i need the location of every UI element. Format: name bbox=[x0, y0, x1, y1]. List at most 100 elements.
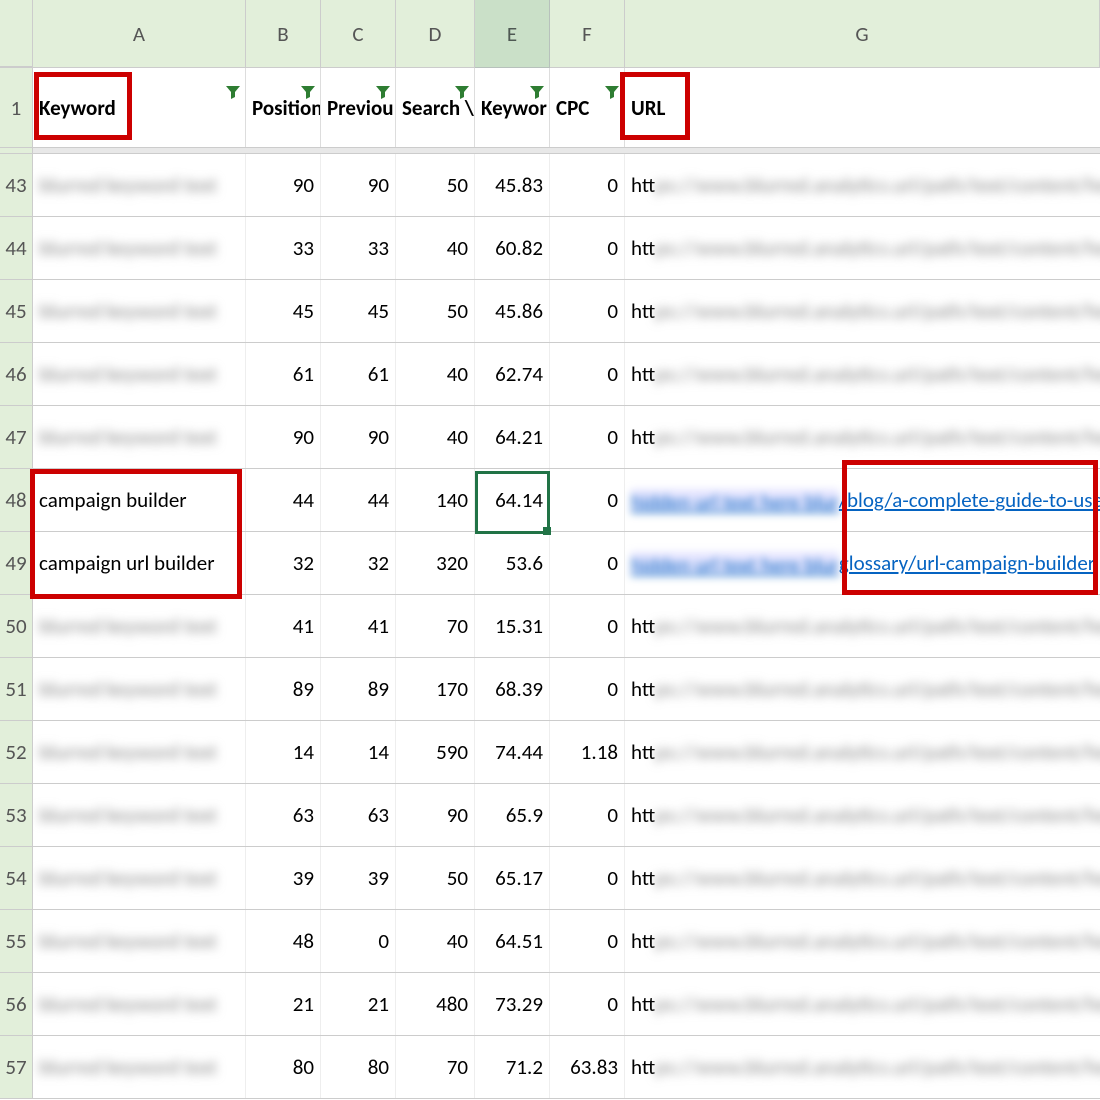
cell-kd[interactable]: 68.39 bbox=[475, 658, 550, 720]
cell-url[interactable]: https://www.blurred.analytics.url/path/t… bbox=[625, 784, 1100, 846]
cell-keyword[interactable]: blurred keyword text bbox=[33, 721, 246, 783]
row-num[interactable]: 51 bbox=[0, 658, 33, 720]
row-num[interactable]: 47 bbox=[0, 406, 33, 468]
col-F[interactable]: F bbox=[550, 0, 625, 67]
cell-url[interactable]: https://www.blurred.analytics.url/path/t… bbox=[625, 721, 1100, 783]
cell-url[interactable]: https://www.blurred.analytics.url/path/t… bbox=[625, 658, 1100, 720]
col-C[interactable]: C bbox=[321, 0, 396, 67]
cell-url[interactable]: https://www.blurred.analytics.url/path/t… bbox=[625, 217, 1100, 279]
cell-previous[interactable]: 41 bbox=[321, 595, 396, 657]
cell-cpc[interactable]: 0 bbox=[550, 154, 625, 216]
row-num[interactable]: 53 bbox=[0, 784, 33, 846]
cell-kd[interactable]: 45.86 bbox=[475, 280, 550, 342]
cell-url[interactable]: https://www.blurred.analytics.url/path/t… bbox=[625, 280, 1100, 342]
cell-search[interactable]: 70 bbox=[396, 595, 475, 657]
cell-previous[interactable]: 0 bbox=[321, 910, 396, 972]
cell-cpc[interactable]: 0 bbox=[550, 532, 625, 594]
cell-cpc[interactable]: 0 bbox=[550, 406, 625, 468]
cell-keyword[interactable]: blurred keyword text bbox=[33, 910, 246, 972]
cell-position[interactable]: 39 bbox=[246, 847, 321, 909]
cell-keyword[interactable]: blurred keyword text bbox=[33, 343, 246, 405]
cell-kd[interactable]: 73.29 bbox=[475, 973, 550, 1035]
cell-cpc[interactable]: 1.18 bbox=[550, 721, 625, 783]
cell-cpc[interactable]: 63.83 bbox=[550, 1036, 625, 1098]
cell-keyword[interactable]: blurred keyword text bbox=[33, 217, 246, 279]
cell-kd[interactable]: 71.2 bbox=[475, 1036, 550, 1098]
cell-cpc[interactable]: 0 bbox=[550, 595, 625, 657]
cell-search[interactable]: 40 bbox=[396, 910, 475, 972]
cell-position[interactable]: 48 bbox=[246, 910, 321, 972]
cell-kd[interactable]: 65.9 bbox=[475, 784, 550, 846]
cell-url[interactable]: https://www.blurred.analytics.url/path/t… bbox=[625, 973, 1100, 1035]
cell-position[interactable]: 33 bbox=[246, 217, 321, 279]
cell-kd[interactable]: 62.74 bbox=[475, 343, 550, 405]
header-previous[interactable]: Previou bbox=[321, 68, 396, 147]
row-num[interactable]: 43 bbox=[0, 154, 33, 216]
cell-cpc[interactable]: 0 bbox=[550, 658, 625, 720]
cell-keyword[interactable]: blurred keyword text bbox=[33, 1036, 246, 1098]
cell-previous[interactable]: 63 bbox=[321, 784, 396, 846]
cell-search[interactable]: 70 bbox=[396, 1036, 475, 1098]
row-num[interactable]: 56 bbox=[0, 973, 33, 1035]
cell-previous[interactable]: 21 bbox=[321, 973, 396, 1035]
row-num[interactable]: 49 bbox=[0, 532, 33, 594]
cell-kd[interactable]: 15.31 bbox=[475, 595, 550, 657]
row-num[interactable]: 1 bbox=[0, 68, 33, 147]
header-url[interactable]: URL bbox=[625, 68, 1100, 147]
cell-previous[interactable]: 90 bbox=[321, 154, 396, 216]
cell-search[interactable]: 480 bbox=[396, 973, 475, 1035]
cell-url[interactable]: hidden url text here blur/blog/a-complet… bbox=[625, 469, 1100, 531]
cell-position[interactable]: 45 bbox=[246, 280, 321, 342]
filter-icon[interactable] bbox=[225, 80, 241, 96]
row-num[interactable]: 48 bbox=[0, 469, 33, 531]
row-num[interactable]: 52 bbox=[0, 721, 33, 783]
cell-previous[interactable]: 61 bbox=[321, 343, 396, 405]
cell-url[interactable]: https://www.blurred.analytics.url/path/t… bbox=[625, 847, 1100, 909]
cell-position[interactable]: 32 bbox=[246, 532, 321, 594]
col-A[interactable]: A bbox=[33, 0, 246, 67]
cell-cpc[interactable]: 0 bbox=[550, 217, 625, 279]
cell-keyword[interactable]: blurred keyword text bbox=[33, 280, 246, 342]
cell-url[interactable]: https://www.blurred.analytics.url/path/t… bbox=[625, 595, 1100, 657]
corner-cell[interactable] bbox=[0, 0, 33, 67]
cell-search[interactable]: 320 bbox=[396, 532, 475, 594]
cell-search[interactable]: 90 bbox=[396, 784, 475, 846]
cell-position[interactable]: 41 bbox=[246, 595, 321, 657]
header-position[interactable]: Position bbox=[246, 68, 321, 147]
cell-search[interactable]: 40 bbox=[396, 406, 475, 468]
cell-cpc[interactable]: 0 bbox=[550, 343, 625, 405]
cell-cpc[interactable]: 0 bbox=[550, 280, 625, 342]
filter-icon[interactable] bbox=[375, 80, 391, 96]
cell-keyword[interactable]: blurred keyword text bbox=[33, 154, 246, 216]
cell-previous[interactable]: 90 bbox=[321, 406, 396, 468]
col-G[interactable]: G bbox=[625, 0, 1100, 67]
cell-position[interactable]: 80 bbox=[246, 1036, 321, 1098]
row-num[interactable]: 45 bbox=[0, 280, 33, 342]
cell-keyword[interactable]: blurred keyword text bbox=[33, 406, 246, 468]
cell-previous[interactable]: 80 bbox=[321, 1036, 396, 1098]
cell-cpc[interactable]: 0 bbox=[550, 784, 625, 846]
cell-search[interactable]: 50 bbox=[396, 280, 475, 342]
cell-previous[interactable]: 89 bbox=[321, 658, 396, 720]
cell-kd[interactable]: 60.82 bbox=[475, 217, 550, 279]
cell-kd[interactable]: 65.17 bbox=[475, 847, 550, 909]
cell-search[interactable]: 590 bbox=[396, 721, 475, 783]
cell-search[interactable]: 40 bbox=[396, 217, 475, 279]
cell-position[interactable]: 90 bbox=[246, 406, 321, 468]
cell-cpc[interactable]: 0 bbox=[550, 910, 625, 972]
cell-kd[interactable]: 53.6 bbox=[475, 532, 550, 594]
row-num[interactable]: 50 bbox=[0, 595, 33, 657]
header-search[interactable]: Search \ bbox=[396, 68, 475, 147]
row-num[interactable]: 55 bbox=[0, 910, 33, 972]
cell-previous[interactable]: 45 bbox=[321, 280, 396, 342]
cell-position[interactable]: 44 bbox=[246, 469, 321, 531]
header-keyworddiff[interactable]: Keywor bbox=[475, 68, 550, 147]
cell-search[interactable]: 140 bbox=[396, 469, 475, 531]
cell-search[interactable]: 40 bbox=[396, 343, 475, 405]
cell-url[interactable]: https://www.blurred.analytics.url/path/t… bbox=[625, 406, 1100, 468]
cell-cpc[interactable]: 0 bbox=[550, 469, 625, 531]
cell-keyword[interactable]: campaign builder bbox=[33, 469, 246, 531]
cell-search[interactable]: 50 bbox=[396, 847, 475, 909]
cell-position[interactable]: 89 bbox=[246, 658, 321, 720]
cell-keyword[interactable]: blurred keyword text bbox=[33, 973, 246, 1035]
